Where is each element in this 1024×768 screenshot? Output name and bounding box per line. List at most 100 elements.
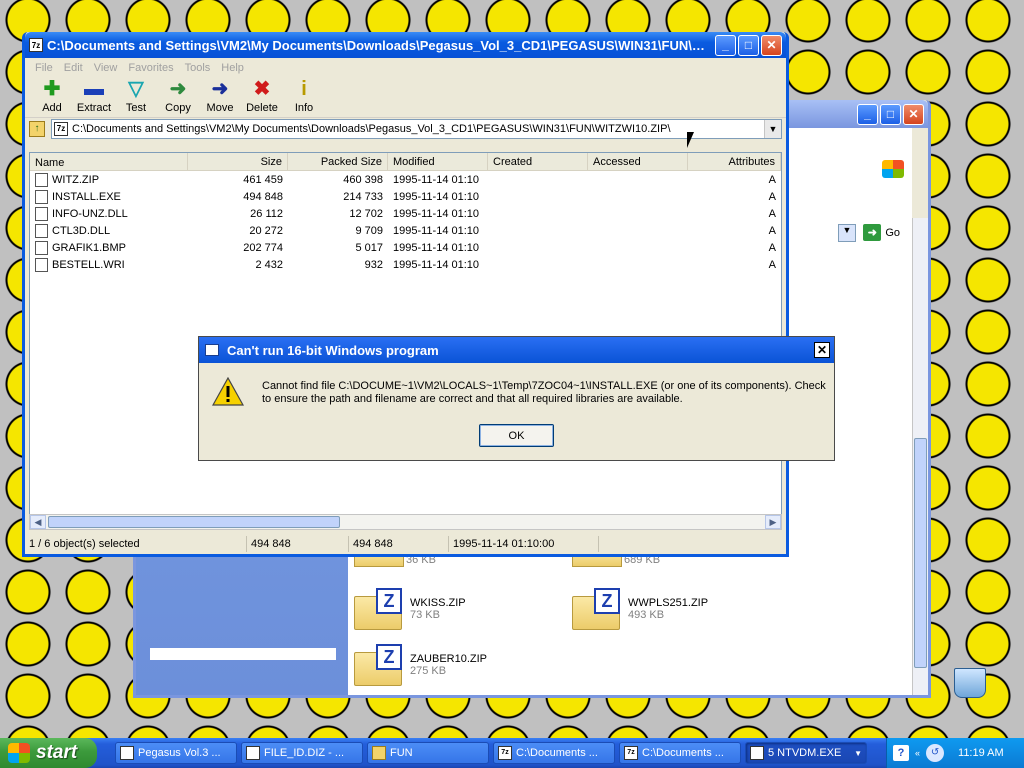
menu-tools[interactable]: Tools (181, 62, 218, 74)
add-button[interactable]: ✚ Add (31, 78, 73, 114)
taskbar-button[interactable]: Pegasus Vol.3 ... (115, 742, 237, 764)
system-tray: ? « ↺ 11:19 AM (886, 738, 1024, 768)
cell-name: WITZ.ZIP (30, 172, 188, 187)
cell-attributes: A (768, 224, 776, 237)
help-icon[interactable]: ? (893, 745, 909, 761)
zip-tile-wwpls[interactable]: Z WWPLS251.ZIP 493 KB (572, 588, 708, 630)
notepad-icon (246, 746, 260, 760)
list-header: Name Size Packed Size Modified Created A… (30, 153, 781, 171)
task-pane-box[interactable] (150, 648, 336, 660)
column-accessed[interactable]: Accessed (588, 153, 688, 170)
tray-chevron-icon[interactable]: « (915, 748, 920, 758)
vertical-scrollbar[interactable] (912, 218, 928, 695)
bmp-file-icon (35, 240, 48, 255)
cell-modified: 1995-11-14 01:10 (393, 258, 480, 271)
go-button[interactable]: ➜ Go (863, 224, 900, 241)
table-row[interactable]: GRAFIK1.BMP 202 774 5 017 1995-11-14 01:10 A (30, 239, 781, 256)
taskbar-button[interactable]: FUN (367, 742, 489, 764)
address-dropdown-icon[interactable]: ▼ (764, 120, 781, 138)
network-icon[interactable]: ↺ (926, 744, 945, 762)
toolbar-label: Info (294, 102, 314, 114)
menu-view[interactable]: View (90, 62, 125, 74)
address-field[interactable]: 7z C:\Documents and Settings\VM2\My Docu… (51, 119, 782, 139)
maximize-button[interactable]: □ (880, 103, 901, 125)
copy-button[interactable]: ➜ Copy (157, 78, 199, 114)
taskbar-button[interactable]: FILE_ID.DIZ - ... (241, 742, 363, 764)
cell-size: 202 774 (243, 241, 283, 254)
exe-file-icon (35, 189, 48, 204)
scrollbar-thumb[interactable] (48, 516, 340, 528)
table-row[interactable]: CTL3D.DLL 20 272 9 709 1995-11-14 01:10 A (30, 222, 781, 239)
menu-favorites[interactable]: Favorites (124, 62, 180, 74)
delete-icon: ✖ (253, 78, 271, 100)
cell-attributes: A (768, 207, 776, 220)
column-modified[interactable]: Modified (388, 153, 488, 170)
toolbar: ✚ Add ▬ Extract ▽ Test ➜ Copy ➜ Move ✖ Delete i Info (25, 78, 786, 118)
minimize-button[interactable]: _ (715, 34, 736, 56)
info-button[interactable]: i Info (283, 78, 325, 114)
cell-modified: 1995-11-14 01:10 (393, 224, 480, 237)
extract-button[interactable]: ▬ Extract (73, 78, 115, 114)
zip-tile-zauber[interactable]: Z ZAUBER10.ZIP 275 KB (354, 644, 487, 686)
file-rows: WITZ.ZIP 461 459 460 398 1995-11-14 01:10 A I… (30, 171, 781, 273)
menu-file[interactable]: File (31, 62, 60, 74)
tile-name: WWPLS251.ZIP (628, 597, 709, 609)
column-packed-size[interactable]: Packed Size (288, 153, 388, 170)
start-button[interactable]: start (0, 738, 97, 768)
7zip-icon: 7z (624, 746, 638, 760)
table-row[interactable]: WITZ.ZIP 461 459 460 398 1995-11-14 01:10 A (30, 171, 781, 188)
warning-icon (212, 377, 244, 406)
taskbar-button[interactable]: 7z C:\Documents ... (493, 742, 615, 764)
go-label: Go (885, 226, 900, 239)
table-row[interactable]: INFO-UNZ.DLL 26 112 12 702 1995-11-14 01:10… (30, 205, 781, 222)
column-size[interactable]: Size (188, 153, 288, 170)
menu-help[interactable]: Help (217, 62, 251, 74)
recycle-bin-icon[interactable] (954, 668, 986, 698)
add-icon: ✚ (43, 78, 61, 100)
scroll-left-icon[interactable]: ◀ (30, 515, 46, 529)
column-created[interactable]: Created (488, 153, 588, 170)
dialog-close-button[interactable]: ✕ (814, 342, 830, 358)
table-row[interactable]: BESTELL.WRI 2 432 932 1995-11-14 01:10 A (30, 256, 781, 273)
taskbar-label: C:\Documents ... (516, 747, 598, 759)
error-dialog[interactable]: Can't run 16-bit Windows program ✕ Canno… (198, 336, 835, 461)
close-button[interactable]: ✕ (761, 34, 782, 56)
folder-up-icon[interactable]: ↑ (29, 121, 45, 137)
status-bar: 1 / 6 object(s) selected 494 848 494 848… (25, 534, 786, 554)
sevenzip-window[interactable]: 7z C:\Documents and Settings\VM2\My Docu… (22, 32, 789, 557)
clock[interactable]: 11:19 AM (958, 747, 1004, 759)
taskbar-button[interactable]: 5 NTVDM.EXE ▼ (745, 742, 867, 764)
column-attributes[interactable]: Attributes (688, 153, 781, 170)
ok-button[interactable]: OK (479, 424, 554, 447)
7zip-app-icon: 7z (29, 38, 43, 52)
cell-name: GRAFIK1.BMP (30, 240, 188, 255)
delete-button[interactable]: ✖ Delete (241, 78, 283, 114)
group-dropdown-icon: ▼ (854, 748, 862, 758)
scrollbar-thumb[interactable] (914, 438, 927, 668)
sevenzip-titlebar[interactable]: 7z C:\Documents and Settings\VM2\My Docu… (25, 32, 786, 58)
test-button[interactable]: ▽ Test (115, 78, 157, 114)
cell-packed: 9 709 (355, 224, 383, 237)
menu-edit[interactable]: Edit (60, 62, 90, 74)
go-arrow-icon: ➜ (863, 224, 882, 241)
cell-size: 461 459 (243, 173, 283, 186)
address-dropdown-icon[interactable]: ▼ (838, 224, 856, 242)
window-icon (205, 344, 219, 356)
scroll-right-icon[interactable]: ▶ (765, 515, 781, 529)
table-row[interactable]: INSTALL.EXE 494 848 214 733 1995-11-14 01:1… (30, 188, 781, 205)
minimize-button[interactable]: _ (857, 103, 878, 125)
zip-tile-wkiss[interactable]: Z WKISS.ZIP 73 KB (354, 588, 466, 630)
column-name[interactable]: Name (30, 153, 188, 170)
toolbar-label: Move (206, 102, 234, 114)
horizontal-scrollbar[interactable]: ◀ ▶ (29, 514, 782, 530)
taskbar-button[interactable]: 7z C:\Documents ... (619, 742, 741, 764)
dialog-titlebar[interactable]: Can't run 16-bit Windows program ✕ (199, 337, 834, 363)
cell-modified: 1995-11-14 01:10 (393, 241, 480, 254)
taskbar: start Pegasus Vol.3 ... FILE_ID.DIZ - ...… (0, 738, 1024, 768)
file-list[interactable]: Name Size Packed Size Modified Created A… (29, 152, 782, 517)
maximize-button[interactable]: □ (738, 34, 759, 56)
move-button[interactable]: ➜ Move (199, 78, 241, 114)
tile-name: ZAUBER10.ZIP (410, 653, 488, 665)
close-button[interactable]: ✕ (903, 103, 924, 125)
cell-packed: 214 733 (343, 190, 383, 203)
